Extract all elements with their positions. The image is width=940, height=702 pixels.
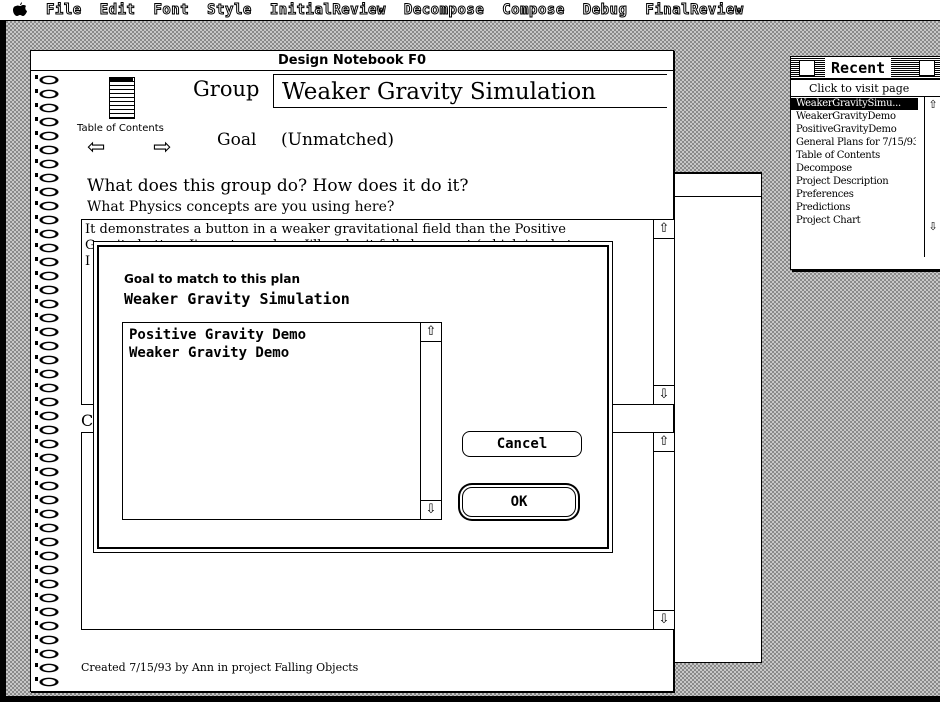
zoom-box-icon[interactable] — [919, 60, 935, 76]
menu-edit[interactable]: Edit — [99, 2, 135, 19]
recent-title-bar[interactable]: Recent — [791, 57, 940, 80]
description-line: It demonstrates a button in a weaker gra… — [85, 222, 566, 237]
screen-frame-bottom — [0, 696, 940, 702]
menu-style[interactable]: Style — [207, 2, 252, 19]
recent-item-weaker-gravity-simulation[interactable]: WeakerGravitySimu... — [791, 98, 918, 110]
recent-title: Recent — [825, 58, 892, 78]
created-info: Created 7/15/93 by Ann in project Fallin… — [81, 661, 359, 674]
recent-item-positive-gravity-demo[interactable]: PositiveGravityDemo — [796, 124, 916, 136]
recent-item-weaker-gravity-demo[interactable]: WeakerGravityDemo — [796, 111, 916, 123]
recent-item-decompose[interactable]: Decompose — [796, 163, 916, 175]
goal-options-list[interactable]: Positive Gravity Demo Weaker Gravity Dem… — [122, 322, 442, 520]
menu-debug[interactable]: Debug — [582, 2, 627, 19]
cancel-button[interactable]: Cancel — [462, 431, 582, 457]
scroll-down-arrow-icon[interactable]: ⇩ — [925, 219, 940, 235]
dialog-prompt: Goal to match to this plan — [124, 272, 301, 286]
recent-hint: Click to visit page — [809, 82, 910, 95]
screen-frame-left — [0, 21, 6, 702]
menu-final-review[interactable]: FinalReview — [645, 2, 744, 19]
goal-label: Goal — [217, 130, 257, 150]
options-scrollbar[interactable]: ⇧ ⇩ — [420, 323, 441, 519]
scroll-down-arrow-icon[interactable]: ⇩ — [654, 610, 674, 629]
table-of-contents-label[interactable]: Table of Contents — [77, 123, 164, 134]
description-scrollbar[interactable]: ⇧ ⇩ — [653, 220, 674, 404]
spiral-binding-edge — [35, 75, 38, 687]
scroll-up-arrow-icon[interactable]: ⇧ — [421, 323, 441, 342]
second-scrollbar[interactable]: ⇧ ⇩ — [653, 433, 674, 629]
dialog-target-plan: Weaker Gravity Simulation — [124, 290, 350, 308]
goal-value[interactable]: (Unmatched) — [281, 130, 394, 150]
ok-button[interactable]: OK — [462, 487, 576, 517]
menu-file[interactable]: File — [46, 2, 82, 19]
recent-item-project-description[interactable]: Project Description — [796, 176, 916, 188]
recent-scrollbar[interactable]: ⇧ ⇩ — [924, 97, 940, 257]
menu-initial-review[interactable]: InitialReview — [269, 2, 386, 19]
table-of-contents-icon[interactable] — [109, 77, 135, 119]
recent-item-general-plans[interactable]: General Plans for 7/15/93 — [796, 137, 916, 149]
menu-decompose[interactable]: Decompose — [403, 2, 484, 19]
background-window[interactable] — [660, 172, 762, 663]
next-page-arrow-icon[interactable]: ⇨ — [153, 137, 171, 159]
group-label: Group — [193, 77, 260, 101]
physics-question: What Physics concepts are you using here… — [87, 199, 395, 215]
close-box-icon[interactable] — [799, 60, 815, 76]
recent-pages-list[interactable]: WeakerGravitySimu... WeakerGravityDemo P… — [791, 96, 940, 257]
recent-item-project-chart[interactable]: Project Chart — [796, 215, 916, 227]
menu-bar: File Edit Font Style InitialReview Decom… — [0, 0, 940, 21]
list-item[interactable]: Positive Gravity Demo — [129, 327, 306, 343]
background-window-divider — [661, 196, 761, 197]
scroll-down-arrow-icon[interactable]: ⇩ — [421, 500, 441, 519]
recent-pages-window: Recent Click to visit page WeakerGravity… — [790, 56, 940, 270]
scroll-up-arrow-icon[interactable]: ⇧ — [925, 97, 940, 113]
goal-match-dialog: Goal to match to this plan Weaker Gravit… — [97, 245, 609, 549]
recent-item-preferences[interactable]: Preferences — [796, 189, 916, 201]
scroll-down-arrow-icon[interactable]: ⇩ — [654, 385, 674, 404]
menu-font[interactable]: Font — [153, 2, 189, 19]
scroll-up-arrow-icon[interactable]: ⇧ — [654, 220, 674, 239]
list-item[interactable]: Weaker Gravity Demo — [129, 345, 289, 361]
recent-item-table-of-contents[interactable]: Table of Contents — [796, 150, 916, 162]
window-title[interactable]: Design Notebook F0 — [31, 51, 673, 71]
group-name-field[interactable]: Weaker Gravity Simulation — [273, 74, 667, 108]
recent-item-predictions[interactable]: Predictions — [796, 202, 916, 214]
second-section-label: C — [81, 411, 94, 430]
previous-page-arrow-icon[interactable]: ⇦ — [87, 137, 105, 159]
group-question: What does this group do? How does it do … — [87, 176, 469, 196]
menu-compose[interactable]: Compose — [502, 2, 565, 19]
scroll-up-arrow-icon[interactable]: ⇧ — [654, 433, 674, 452]
apple-icon[interactable] — [12, 1, 28, 20]
